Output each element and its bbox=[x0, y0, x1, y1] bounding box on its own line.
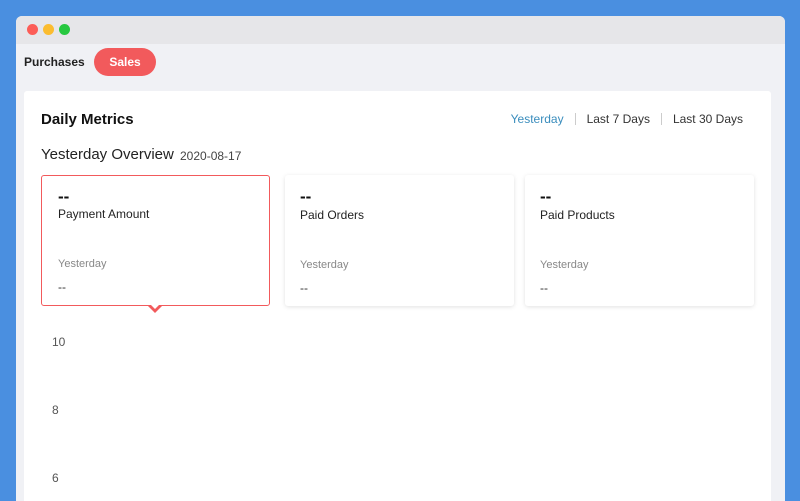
metric-compare-label: Yesterday bbox=[540, 259, 589, 271]
minimize-window-button[interactable] bbox=[43, 24, 54, 35]
overview-title: Yesterday Overview bbox=[41, 146, 174, 163]
metric-label: Payment Amount bbox=[58, 207, 150, 221]
chart-y-tick: 10 bbox=[52, 335, 66, 349]
metric-compare-value: -- bbox=[300, 281, 308, 295]
metric-value: -- bbox=[58, 187, 70, 206]
range-tabs: Yesterday Last 7 Days Last 30 Days bbox=[500, 112, 743, 126]
app-window: Purchases Sales Daily Metrics Yesterday … bbox=[16, 16, 785, 501]
range-tab-last-7-days[interactable]: Last 7 Days bbox=[576, 112, 661, 126]
title-bar bbox=[16, 16, 785, 44]
metric-value: -- bbox=[300, 187, 312, 206]
close-window-button[interactable] bbox=[27, 24, 38, 35]
top-nav: Purchases Sales bbox=[16, 47, 785, 77]
panel-title: Daily Metrics bbox=[41, 111, 134, 128]
selected-card-pointer bbox=[147, 303, 163, 313]
tab-sales[interactable]: Sales bbox=[94, 48, 156, 76]
maximize-window-button[interactable] bbox=[59, 24, 70, 35]
daily-metrics-panel: Daily Metrics Yesterday Last 7 Days Last… bbox=[24, 91, 771, 501]
metric-card-payment-amount[interactable]: -- Payment Amount Yesterday -- bbox=[41, 175, 270, 306]
tab-purchases[interactable]: Purchases bbox=[24, 55, 85, 69]
metric-value: -- bbox=[540, 187, 552, 206]
chart-y-tick: 6 bbox=[52, 471, 59, 485]
metric-card-paid-products[interactable]: -- Paid Products Yesterday -- bbox=[525, 175, 754, 306]
metric-compare-label: Yesterday bbox=[300, 259, 349, 271]
metric-label: Paid Orders bbox=[300, 208, 365, 222]
metric-card-paid-orders[interactable]: -- Paid Orders Yesterday -- bbox=[285, 175, 514, 306]
metric-compare-value: -- bbox=[58, 280, 66, 294]
range-tab-last-30-days[interactable]: Last 30 Days bbox=[662, 112, 743, 126]
metric-compare-value: -- bbox=[540, 281, 548, 295]
metric-label: Paid Products bbox=[540, 208, 615, 222]
metric-compare-label: Yesterday bbox=[58, 258, 107, 270]
range-tab-yesterday[interactable]: Yesterday bbox=[500, 112, 575, 126]
chart-y-tick: 8 bbox=[52, 403, 59, 417]
overview-date: 2020-08-17 bbox=[180, 149, 242, 163]
